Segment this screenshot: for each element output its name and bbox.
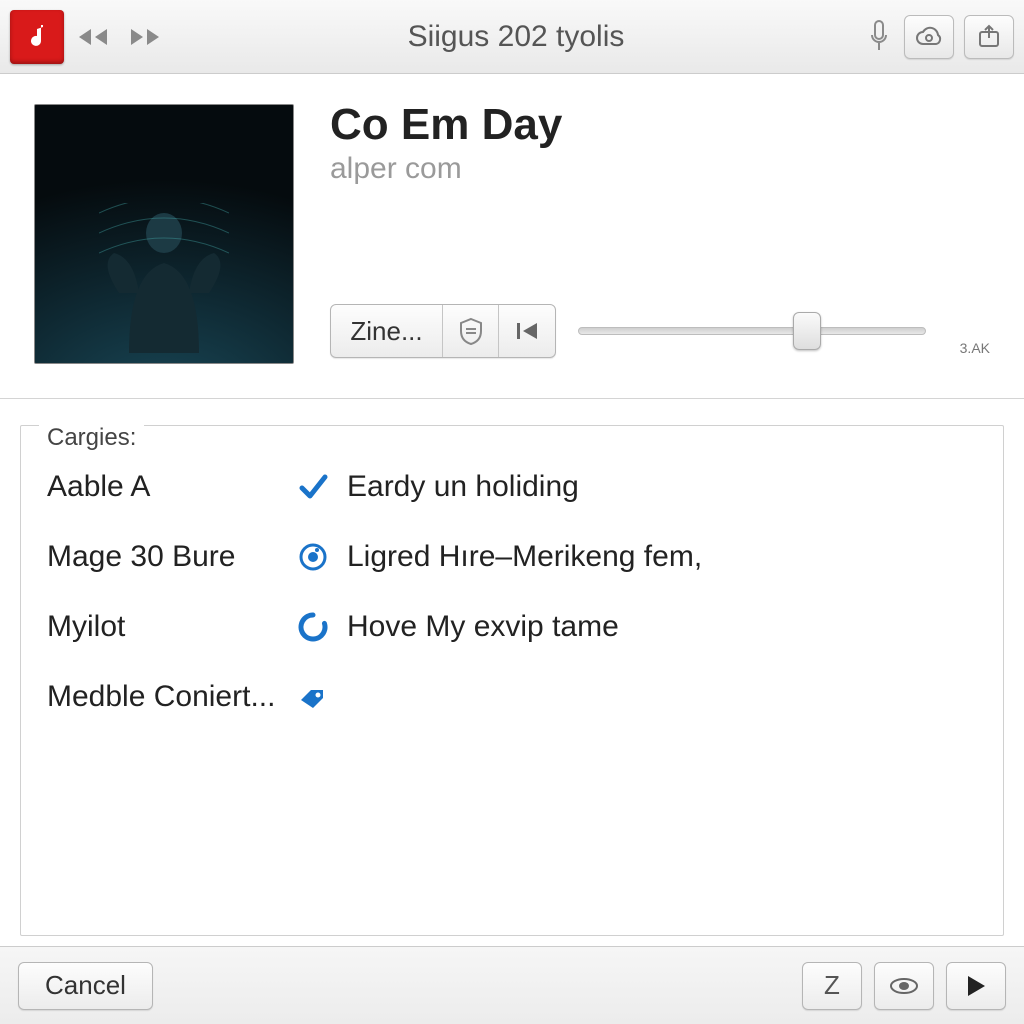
microphone-icon[interactable] xyxy=(864,15,894,59)
cat-left-0: Aable A xyxy=(47,470,297,504)
prev-track-button[interactable] xyxy=(72,15,116,59)
fast-forward-icon xyxy=(127,25,165,49)
cancel-button[interactable]: Cancel xyxy=(18,962,153,1010)
app-window: Siigus 202 tyolis xyxy=(0,0,1024,1024)
track-title: Co Em Day xyxy=(330,100,990,150)
bottom-bar: Cancel Z xyxy=(0,946,1024,1024)
skip-prev-button[interactable] xyxy=(499,305,555,357)
skip-prev-icon xyxy=(515,321,539,341)
play-button[interactable] xyxy=(946,962,1006,1010)
radio-selected-icon[interactable] xyxy=(297,541,347,573)
cloud-icon xyxy=(914,26,944,48)
album-art-image xyxy=(99,203,229,353)
zine-button[interactable]: Zine... xyxy=(331,305,443,357)
cat-left-1: Mage 30 Bure xyxy=(47,540,297,574)
cloud-button[interactable] xyxy=(904,15,954,59)
cat-left-3: Medble Coniert... xyxy=(47,680,297,714)
tag-icon[interactable] xyxy=(297,682,347,712)
rewind-icon xyxy=(75,25,113,49)
toolbar: Siigus 202 tyolis xyxy=(0,0,1024,74)
toolbar-right xyxy=(864,15,1014,59)
share-button[interactable] xyxy=(964,15,1014,59)
slider-end-label: 3.AK xyxy=(960,340,990,356)
categories-section: Cargies: Aable A Eardy un holiding Mage … xyxy=(0,399,1024,946)
track-subtitle: alper com xyxy=(330,152,990,186)
next-track-button[interactable] xyxy=(124,15,168,59)
app-logo[interactable] xyxy=(10,10,64,64)
music-note-icon xyxy=(21,21,53,53)
cat-right-2: Hove My exvip tame xyxy=(347,610,977,644)
playback-controls: Zine... xyxy=(330,304,990,364)
slider-track xyxy=(578,327,926,335)
eye-button[interactable] xyxy=(874,962,934,1010)
share-icon xyxy=(976,24,1002,50)
slider-thumb[interactable] xyxy=(793,312,821,350)
album-art[interactable] xyxy=(34,104,294,364)
playback-button-group: Zine... xyxy=(330,304,556,358)
cat-left-2: Myilot xyxy=(47,610,297,644)
categories-grid: Aable A Eardy un holiding Mage 30 Bure L… xyxy=(47,470,977,714)
check-icon[interactable] xyxy=(297,471,347,503)
eye-icon xyxy=(889,976,919,996)
progress-slider[interactable] xyxy=(578,304,926,358)
window-title: Siigus 202 tyolis xyxy=(176,20,856,54)
z-button[interactable]: Z xyxy=(802,962,862,1010)
cat-right-1: Ligred Hıre–Merikeng fem, xyxy=(347,540,977,574)
categories-fieldset: Cargies: Aable A Eardy un holiding Mage … xyxy=(20,425,1004,936)
ring-icon[interactable] xyxy=(297,611,347,643)
now-playing-info: Co Em Day alper com Zine... xyxy=(330,104,990,364)
now-playing-panel: Co Em Day alper com Zine... xyxy=(0,74,1024,399)
shield-button[interactable] xyxy=(443,305,499,357)
categories-legend: Cargies: xyxy=(39,424,144,452)
shield-icon xyxy=(459,317,483,345)
cat-right-0: Eardy un holiding xyxy=(347,470,977,504)
play-icon xyxy=(965,974,987,998)
